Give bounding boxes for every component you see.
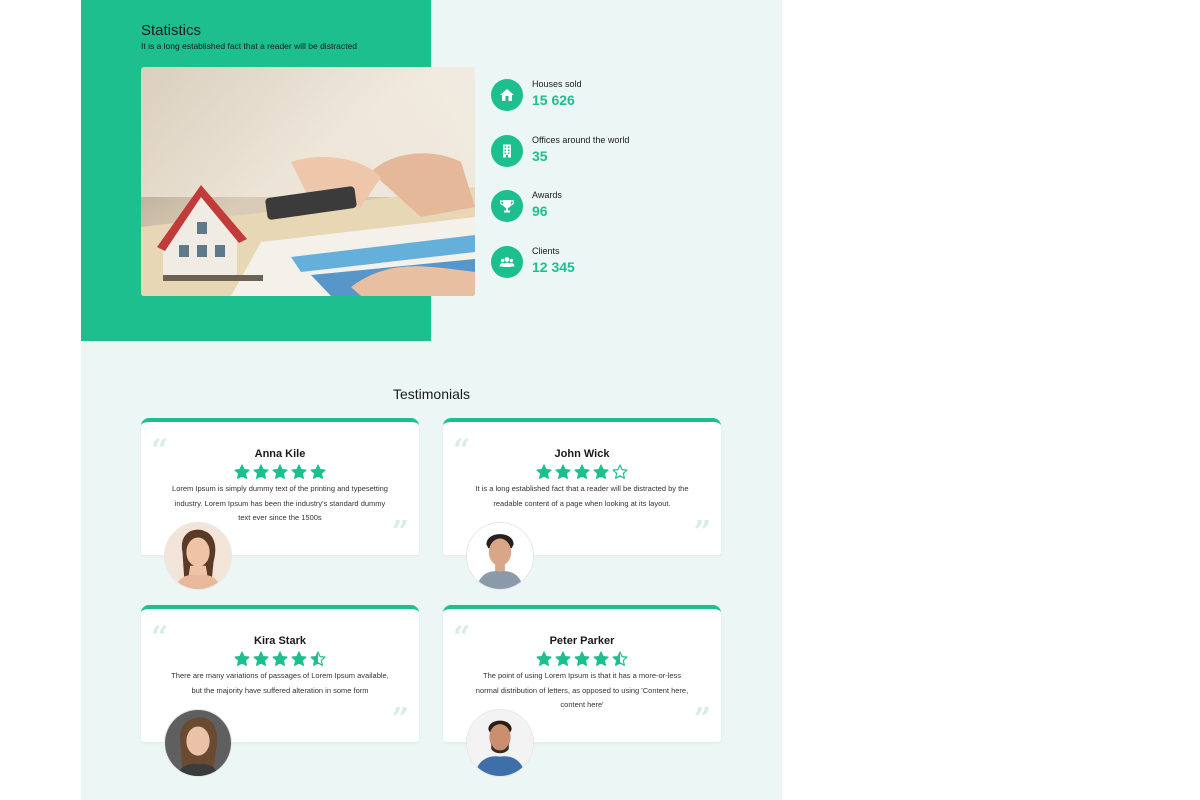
building-icon xyxy=(491,135,523,167)
star-icon-full xyxy=(574,651,590,666)
stat-value: 12 345 xyxy=(532,259,575,275)
testimonial-card: “ Anna Kile Lorem Ipsum is simply dummy … xyxy=(141,418,419,590)
quote-close-icon: ” xyxy=(391,515,409,550)
quote-close-icon: ” xyxy=(693,702,711,737)
house-icon xyxy=(491,79,523,111)
star-icon-full xyxy=(253,464,269,479)
star-icon-full xyxy=(536,464,552,479)
star-rating xyxy=(443,651,721,667)
quote-close-icon: ” xyxy=(391,702,409,737)
star-icon-full xyxy=(593,464,609,479)
avatar xyxy=(466,709,534,777)
trophy-icon xyxy=(491,190,523,222)
star-icon-full xyxy=(574,464,590,479)
testimonial-text: Lorem Ipsum is simply dummy text of the … xyxy=(172,484,388,522)
star-icon-full xyxy=(555,464,571,479)
testimonial-card: “ Kira Stark There are many variations o… xyxy=(141,605,419,777)
star-icon-half xyxy=(612,651,628,666)
stat-label: Clients xyxy=(532,246,560,256)
testimonial-card: “ Peter Parker The point of using Lorem … xyxy=(443,605,721,777)
star-icon-full xyxy=(291,651,307,666)
testimonial-text: It is a long established fact that a rea… xyxy=(475,484,689,508)
star-icon-full xyxy=(536,651,552,666)
testimonial-name: Kira Stark xyxy=(254,635,306,647)
avatar xyxy=(164,522,232,590)
avatar xyxy=(466,522,534,590)
testimonials-title: Testimonials xyxy=(392,386,471,402)
testimonial-name: Anna Kile xyxy=(254,448,306,460)
statistics-photo xyxy=(141,67,475,296)
star-rating xyxy=(443,464,721,480)
stat-label: Awards xyxy=(532,190,562,200)
star-icon-full xyxy=(593,651,609,666)
stat-label: Houses sold xyxy=(532,79,582,89)
star-icon-half xyxy=(310,651,326,666)
testimonial-name: Peter Parker xyxy=(549,635,615,647)
stat-value: 15 626 xyxy=(532,92,575,108)
star-rating xyxy=(141,651,419,667)
star-icon-full xyxy=(555,651,571,666)
star-rating xyxy=(141,464,419,480)
users-icon xyxy=(491,246,523,278)
statistics-title: Statistics xyxy=(141,22,202,39)
star-icon-full xyxy=(310,464,326,479)
stat-value: 35 xyxy=(532,148,548,164)
star-icon-full xyxy=(234,464,250,479)
star-icon-full xyxy=(272,651,288,666)
testimonial-text: The point of using Lorem Ipsum is that i… xyxy=(475,671,689,709)
testimonial-text: There are many variations of passages of… xyxy=(171,671,389,695)
star-icon-full xyxy=(272,464,288,479)
star-icon-empty xyxy=(612,464,628,479)
star-icon-full xyxy=(253,651,269,666)
star-icon-full xyxy=(291,464,307,479)
stat-value: 96 xyxy=(532,203,548,219)
stat-label: Offices around the world xyxy=(532,135,630,145)
star-icon-full xyxy=(234,651,250,666)
testimonial-card: “ John Wick It is a long established fac… xyxy=(443,418,721,590)
statistics-subtitle: It is a long established fact that a rea… xyxy=(141,41,357,51)
page: Statistics It is a long established fact… xyxy=(81,0,782,800)
quote-close-icon: ” xyxy=(693,515,711,550)
avatar xyxy=(164,709,232,777)
testimonial-name: John Wick xyxy=(554,448,610,460)
